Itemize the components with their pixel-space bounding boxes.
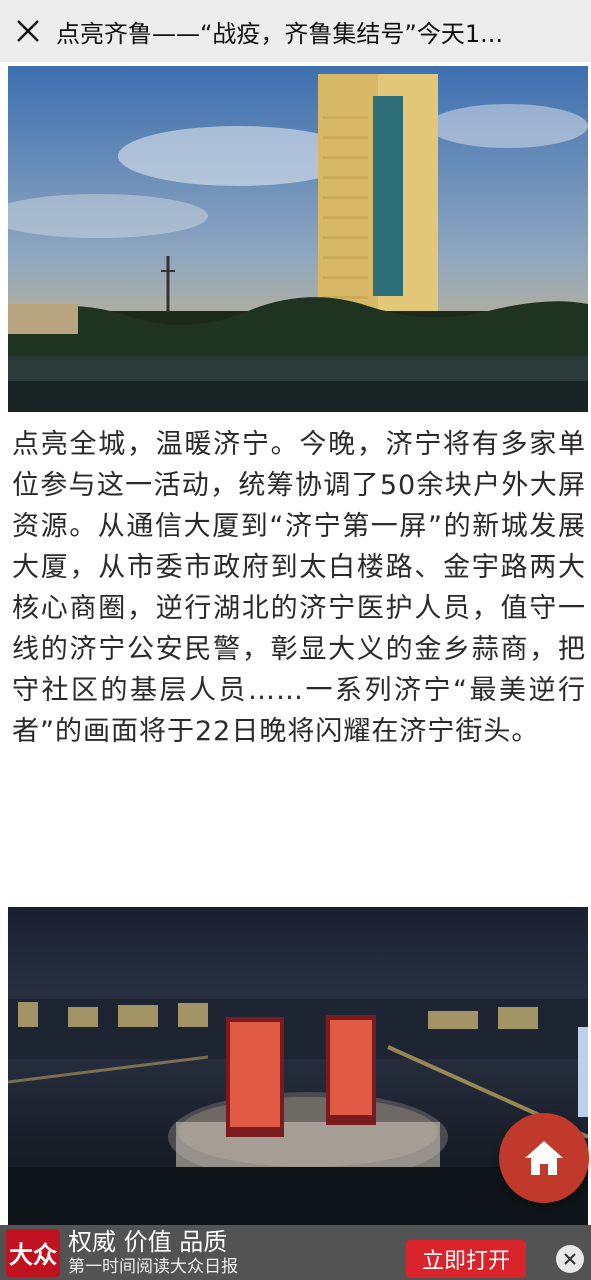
home-button[interactable] <box>499 1113 589 1203</box>
close-icon <box>17 20 39 42</box>
open-app-button[interactable]: 立即打开 <box>406 1240 526 1278</box>
promo-close-button[interactable] <box>556 1245 584 1273</box>
article-photo-night-city[interactable] <box>8 907 588 1225</box>
promo-subtitle: 第一时间阅读大众日报 <box>68 1256 238 1277</box>
promo-text: 权威 价值 品质 第一时间阅读大众日报 <box>68 1228 408 1278</box>
page-title: 点亮齐鲁——“战疫，齐鲁集结号”今天1... <box>56 19 504 48</box>
promo-slogan: 权威 价值 品质 <box>68 1227 228 1256</box>
top-navigation-bar: 点亮齐鲁——“战疫，齐鲁集结号”今天1... <box>0 0 591 62</box>
close-icon <box>564 1253 576 1265</box>
article-paragraph: 点亮全城，温暖济宁。今晚，济宁将有多家单位参与这一活动，统筹协调了50余块户外大… <box>12 429 586 747</box>
close-button[interactable] <box>0 0 56 62</box>
app-logo: 大众 <box>6 1228 60 1277</box>
home-icon <box>525 1141 563 1175</box>
article-photo-building[interactable] <box>8 66 588 412</box>
